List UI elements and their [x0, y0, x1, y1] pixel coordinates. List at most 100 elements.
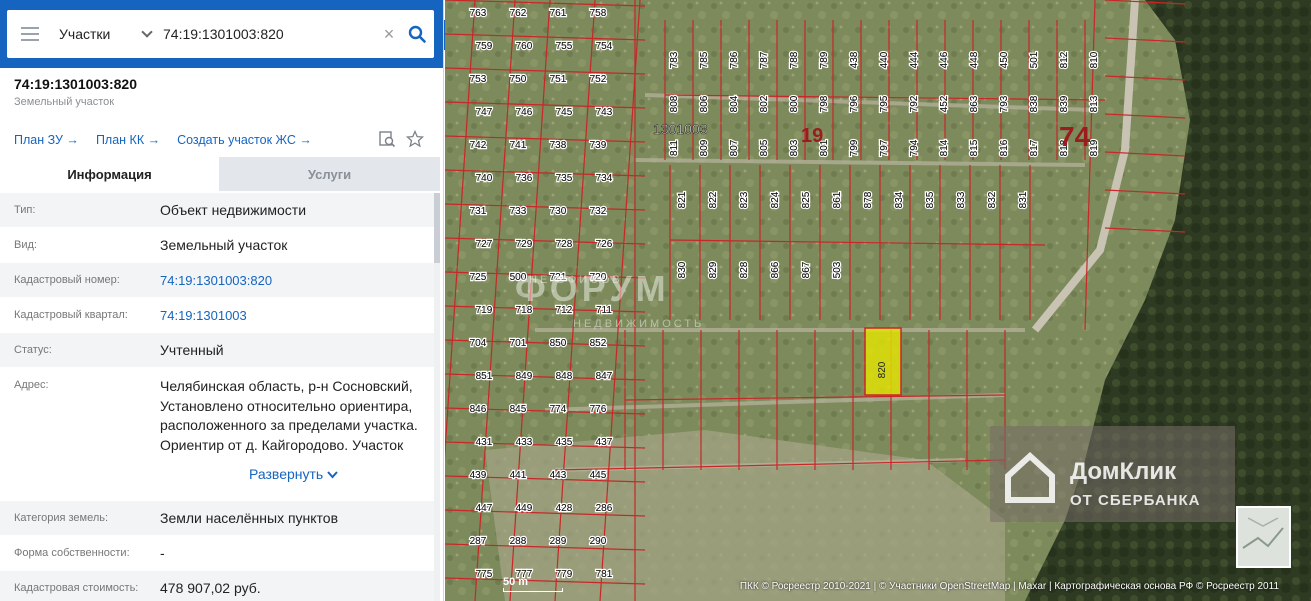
expand-button[interactable]: Развернуть [249, 465, 434, 485]
search-input[interactable] [159, 19, 378, 49]
parcel-label: 814 [939, 139, 950, 156]
parcel-label: 450 [999, 51, 1010, 68]
parcel-label: 786 [729, 51, 740, 68]
info-row-address: Адрес: Челябинская область, р-н Сосновск… [0, 368, 434, 501]
parcel-label: 813 [1089, 95, 1100, 112]
map-view[interactable]: 763 763 762 762 761 761 758 758 759 759 760 760 755 7… [445, 0, 1311, 601]
panel-scrollbar[interactable] [434, 193, 440, 601]
info-label: Категория земель: [14, 512, 109, 524]
search-document-icon[interactable] [378, 130, 396, 148]
info-row-ownership: Форма собственности: - [0, 536, 434, 571]
parcel-subtitle: Земельный участок [14, 96, 115, 108]
parcel-label: 867 [801, 261, 812, 278]
parcel-label: 441 [510, 470, 527, 481]
tab-info[interactable]: Информация [0, 157, 219, 191]
action-links: План ЗУ → План КК → Создать участок ЖС → [14, 133, 312, 147]
star-icon[interactable] [406, 130, 424, 148]
chevron-down-icon [141, 26, 153, 38]
parcel-label: 829 [708, 261, 719, 278]
scrollbar-thumb[interactable] [434, 193, 440, 263]
menu-icon[interactable] [7, 10, 53, 58]
parcel-label: 781 [596, 569, 613, 580]
info-value: 478 907,02 руб. [160, 580, 261, 596]
parcel-label: 823 [739, 191, 750, 208]
parcel-label: 819 [1089, 139, 1100, 156]
info-row-status: Статус: Учтенный [0, 333, 434, 368]
clear-icon[interactable]: × [378, 24, 400, 45]
tabs: Информация Услуги [0, 157, 440, 191]
parcel-label: 736 [516, 173, 533, 184]
parcel-label: 808 [669, 95, 680, 112]
tab-services[interactable]: Услуги [219, 157, 440, 191]
parcel-label: 817 [1029, 139, 1040, 156]
info-label: Вид: [14, 239, 37, 251]
parcel-label: 735 [556, 173, 573, 184]
parcel-label: 726 [596, 239, 613, 250]
selected-parcel-820[interactable] [864, 327, 902, 396]
info-value: Земли населённых пунктов [160, 510, 339, 526]
parcel-label: 809 [699, 139, 710, 156]
district-label: 19 [801, 125, 823, 147]
watermark-bottom: НЕДВИЖИМОСТЬ [573, 318, 705, 330]
parcel-label: 728 [556, 239, 573, 250]
top-bar: Участки × [0, 0, 443, 68]
parcel-label: 447 [476, 503, 493, 514]
parcel-label: 750 [510, 74, 527, 85]
cad-number-link[interactable]: 74:19:1301003:820 [160, 273, 434, 288]
parcel-label: 796 [849, 95, 860, 112]
parcel-label: 701 [510, 338, 527, 349]
parcel-label: 448 [969, 51, 980, 68]
search-bar: Участки × [7, 10, 434, 58]
parcel-label: 775 [476, 569, 493, 580]
parcel-label: 787 [759, 51, 770, 68]
create-zhs-link[interactable]: Создать участок ЖС → [177, 133, 312, 147]
parcel-label: 792 [909, 95, 920, 112]
info-row-cost: Кадастровая стоимость: 478 907,02 руб. [0, 571, 434, 601]
plan-zu-link[interactable]: План ЗУ → [14, 133, 79, 147]
parcel-label: 800 [789, 95, 800, 112]
parcel-label: 797 [879, 139, 890, 156]
parcel-label: 806 [699, 95, 710, 112]
parcel-label: 763 [470, 8, 487, 19]
parcel-label: 830 [677, 261, 688, 278]
parcel-label: 776 [590, 404, 607, 415]
parcel-label: 807 [729, 139, 740, 156]
parcel-label: 742 [470, 140, 487, 151]
parcel-label: 828 [739, 261, 750, 278]
parcel-label: 761 [550, 8, 567, 19]
parcel-label: 440 [879, 51, 890, 68]
parcel-label: 289 [550, 536, 567, 547]
parcel-label: 789 [819, 51, 830, 68]
parcel-label: 745 [556, 107, 573, 118]
layer-select[interactable]: Участки [53, 26, 159, 42]
region-label: 74 [1059, 121, 1091, 152]
parcel-label: 449 [516, 503, 533, 514]
info-row-type: Тип: Объект недвижимости [0, 193, 434, 228]
parcel-label: 804 [729, 95, 740, 112]
parcel-label: 802 [759, 95, 770, 112]
minimap-button[interactable] [1236, 506, 1291, 568]
parcel-label: 824 [770, 191, 781, 208]
parcel-label: 822 [708, 191, 719, 208]
parcel-label: 739 [590, 140, 607, 151]
search-button[interactable] [400, 10, 434, 58]
cad-quarter-link[interactable]: 74:19:1301003 [160, 308, 434, 323]
parcel-label: 779 [556, 569, 573, 580]
info-row-category: Категория земель: Земли населённых пункт… [0, 501, 434, 536]
scale-label: 50 m [503, 576, 529, 588]
parcel-label: 446 [939, 51, 950, 68]
parcel-label: 815 [969, 139, 980, 156]
plan-kk-link[interactable]: План КК → [96, 133, 160, 147]
scale-bar [503, 588, 563, 592]
parcel-label: 849 [516, 371, 533, 382]
parcel-label: 831 [1018, 191, 1029, 208]
parcel-label: 838 [1029, 95, 1040, 112]
info-row-cad-quarter: Кадастровый квартал: 74:19:1301003 [0, 298, 434, 333]
info-row-cad-num: Кадастровый номер: 74:19:1301003:820 [0, 263, 434, 298]
minimap-icon [1242, 517, 1284, 549]
parcel-label: 759 [476, 41, 493, 52]
map-attribution: ПКК © Росреестр 2010-2021 | © Участники … [739, 581, 1279, 592]
parcel-label: 733 [510, 206, 527, 217]
parcel-label: 839 [1059, 95, 1070, 112]
parcel-label: 834 [894, 191, 905, 208]
